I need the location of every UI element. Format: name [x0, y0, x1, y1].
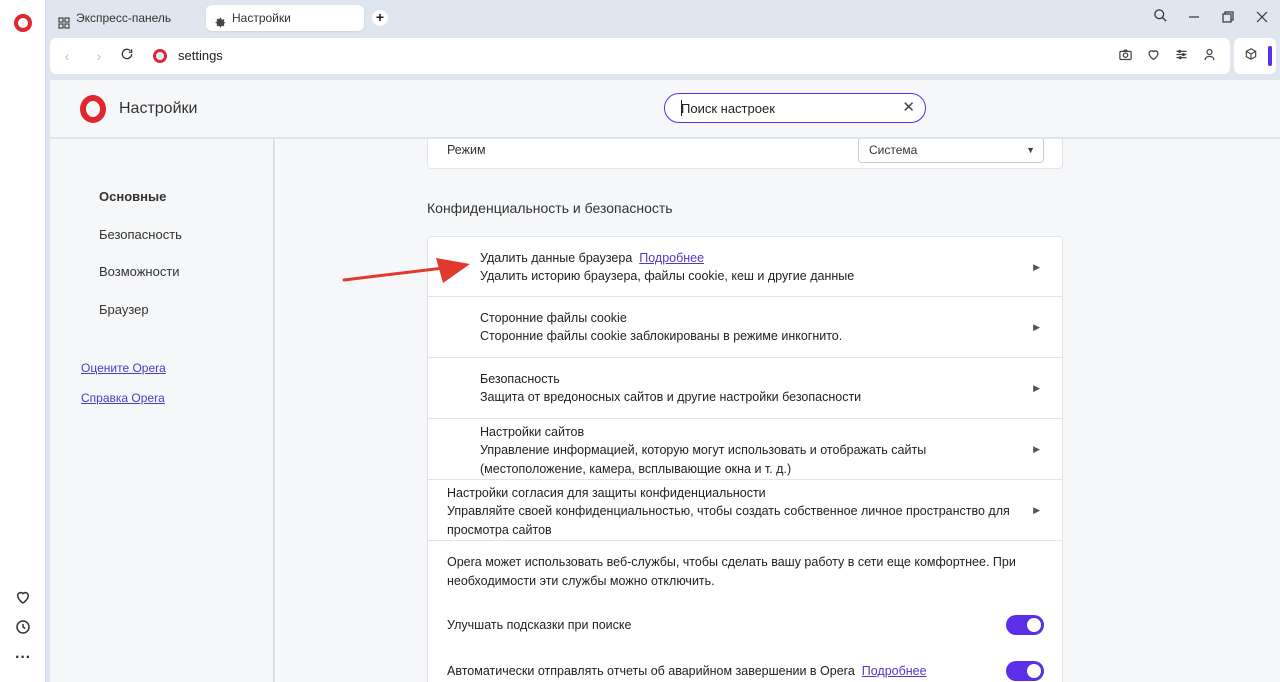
info-text: необходимости эти службы можно отключить… [447, 574, 715, 588]
crash-reports-row: Автоматически отправлять отчеты об авари… [428, 657, 1062, 682]
search-hints-toggle[interactable] [1006, 615, 1044, 635]
restore-icon[interactable] [1218, 8, 1238, 28]
forward-icon[interactable]: › [90, 47, 108, 65]
site-settings-row[interactable]: Настройки сайтов Управление информацией,… [428, 419, 1062, 480]
row-subtitle: Управляйте своей конфиденциальностью, чт… [447, 504, 1010, 518]
minimize-icon[interactable] [1184, 8, 1204, 28]
heart-icon[interactable] [1144, 47, 1162, 65]
crash-reports-toggle[interactable] [1006, 661, 1044, 681]
extensions-box [1234, 38, 1276, 74]
text-cursor [681, 100, 682, 116]
more-dots-icon[interactable]: ··· [13, 648, 33, 668]
opera-help-link[interactable]: Справка Opera [81, 391, 165, 405]
learn-more-link[interactable]: Подробнее [862, 664, 927, 678]
search-tabs-icon[interactable] [1150, 8, 1170, 28]
account-icon[interactable] [1200, 47, 1218, 65]
opera-sidebar: ··· [0, 0, 46, 682]
row-subtitle: Защита от вредоносных сайтов и другие на… [480, 390, 862, 404]
grid-icon [58, 12, 70, 29]
appearance-card: Режим Система ▼ [427, 139, 1063, 169]
chevron-right-icon: ▶ [1033, 322, 1040, 332]
privacy-consent-row[interactable]: Настройки согласия для защиты конфиденци… [428, 480, 1062, 541]
web-services-info: Opera может использовать веб-службы, что… [428, 541, 1062, 595]
chevron-right-icon: ▶ [1033, 262, 1040, 272]
rate-opera-link[interactable]: Оцените Opera [81, 361, 166, 375]
settings-content: Режим Система ▼ Конфиденциальность и без… [275, 139, 1280, 682]
mode-select[interactable]: Система ▼ [858, 139, 1044, 163]
close-window-icon[interactable] [1252, 8, 1272, 28]
nav-item-basic[interactable]: Основные [99, 189, 166, 204]
history-clock-icon[interactable] [13, 618, 33, 638]
annotation-arrow-icon [342, 258, 470, 283]
nav-item-security[interactable]: Безопасность [99, 227, 182, 242]
back-icon[interactable]: ‹ [58, 47, 76, 65]
search-hints-row: Улучшать подсказки при поиске [428, 595, 1062, 657]
row-subtitle: Управление информацией, которую могут ис… [480, 443, 927, 457]
mode-label: Режим [447, 143, 486, 157]
settings-nav: Основные Безопасность Возможности Браузе… [50, 139, 274, 682]
info-text: Opera может использовать веб-службы, что… [447, 555, 1016, 569]
clear-browsing-data-row[interactable]: Удалить данные браузера Подробнее Удалит… [428, 237, 1062, 297]
address-bar: ‹ › settings [50, 38, 1230, 74]
row-title: Сторонние файлы cookie [480, 311, 627, 325]
chevron-right-icon: ▶ [1033, 383, 1040, 393]
row-title: Настройки согласия для защиты конфиденци… [447, 486, 766, 500]
tab-label: Настройки [232, 11, 291, 25]
nav-item-features[interactable]: Возможности [99, 264, 180, 279]
chevron-right-icon: ▶ [1033, 505, 1040, 515]
privacy-section-title: Конфиденциальность и безопасность [427, 200, 673, 216]
gear-icon [214, 12, 226, 28]
settings-search[interactable]: ✕ [664, 93, 926, 123]
camera-icon[interactable] [1116, 47, 1134, 65]
opera-logo-icon [80, 95, 106, 123]
opera-logo-icon[interactable] [14, 14, 32, 32]
sidebar-accent-bar [1268, 46, 1272, 66]
reload-icon[interactable] [118, 47, 136, 65]
chevron-right-icon: ▶ [1033, 444, 1040, 454]
search-input[interactable] [681, 100, 891, 116]
url-field[interactable]: settings [178, 48, 223, 63]
opera-logo-icon [153, 49, 167, 63]
heart-icon[interactable] [13, 588, 33, 608]
row-subtitle: Сторонние файлы cookie заблокированы в р… [480, 329, 843, 343]
privacy-card: Удалить данные браузера Подробнее Удалит… [427, 236, 1063, 682]
cube-extensions-icon[interactable] [1242, 47, 1260, 65]
page-title: Настройки [119, 100, 198, 117]
clear-search-icon[interactable]: ✕ [902, 99, 915, 117]
toggle-label: Автоматически отправлять отчеты об авари… [447, 664, 855, 678]
learn-more-link[interactable]: Подробнее [639, 251, 704, 265]
tab-label: Экспресс-панель [76, 11, 172, 25]
row-subtitle: просмотра сайтов [447, 523, 552, 537]
tab-strip: Экспресс-панель Настройки + [46, 0, 1280, 36]
row-title: Безопасность [480, 372, 560, 386]
easy-setup-icon[interactable] [1172, 47, 1190, 65]
third-party-cookies-row[interactable]: Сторонние файлы cookie Сторонние файлы c… [428, 297, 1062, 358]
tab-settings[interactable]: Настройки [206, 5, 364, 31]
security-row[interactable]: Безопасность Защита от вредоносных сайто… [428, 358, 1062, 419]
tab-speed-dial[interactable]: Экспресс-панель [50, 5, 200, 31]
row-title: Удалить данные браузера [480, 251, 633, 265]
row-subtitle: Удалить историю браузера, файлы cookie, … [480, 269, 855, 283]
mode-select-value: Система [869, 143, 918, 157]
settings-header: Настройки ✕ [50, 80, 1280, 138]
row-title: Настройки сайтов [480, 425, 585, 439]
new-tab-plus-icon[interactable]: + [372, 10, 388, 26]
row-subtitle: (местоположение, камера, всплывающие окн… [480, 462, 792, 476]
nav-item-browser[interactable]: Браузер [99, 302, 149, 317]
dropdown-arrow-icon: ▼ [1026, 145, 1035, 155]
toggle-label: Улучшать подсказки при поиске [447, 618, 632, 632]
